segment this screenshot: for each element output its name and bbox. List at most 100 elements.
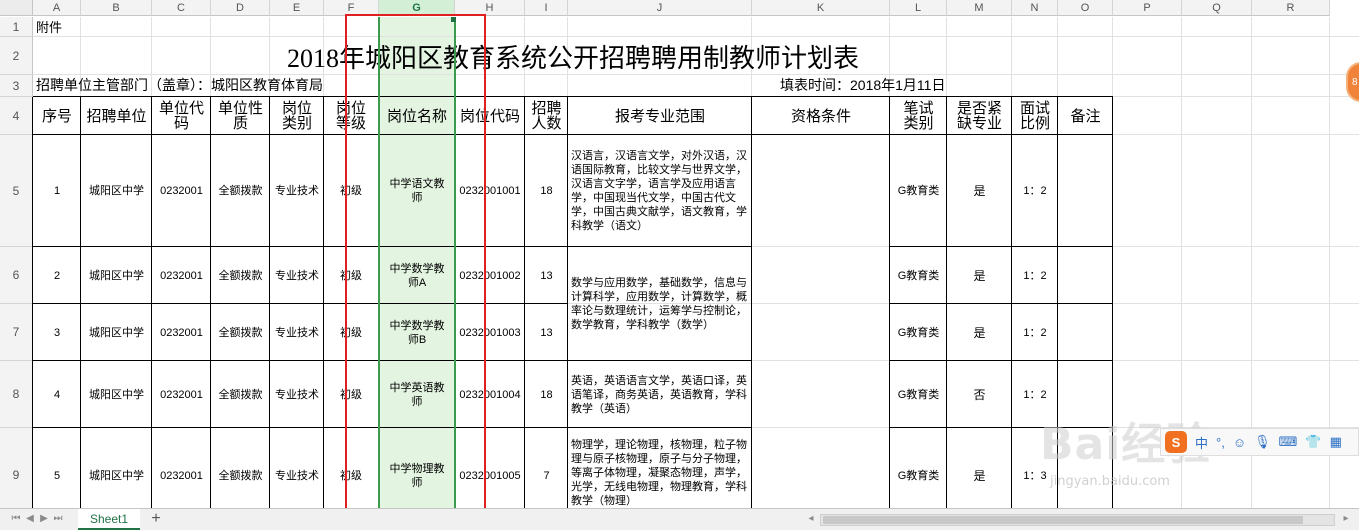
cell-exam-type[interactable]: G教育类: [890, 428, 947, 508]
horizontal-scrollbar[interactable]: [820, 514, 1335, 526]
column-header-q[interactable]: Q: [1182, 0, 1252, 16]
cell-exam-type[interactable]: G教育类: [890, 361, 947, 428]
cell-urgent[interactable]: 是: [947, 247, 1012, 304]
cell-unit[interactable]: 城阳区中学: [81, 247, 152, 304]
column-header-n[interactable]: N: [1012, 0, 1058, 16]
cell-interview-ratio[interactable]: 1：2: [1012, 304, 1058, 361]
cell-remark[interactable]: [1058, 304, 1113, 361]
column-header-d[interactable]: D: [211, 0, 270, 16]
ime-toolbar[interactable]: S 中 °, ☺ 🎙 ⌨ 👕 ▦: [1160, 428, 1359, 456]
scroll-right-icon[interactable]: ▸: [1340, 513, 1352, 524]
column-header-l[interactable]: L: [890, 0, 947, 16]
ime-logo-icon[interactable]: S: [1165, 431, 1187, 453]
header-major-range[interactable]: 报考专业范围: [568, 97, 752, 135]
column-header-m[interactable]: M: [947, 0, 1012, 16]
header-seq[interactable]: 序号: [33, 97, 81, 135]
cell-seq[interactable]: 1: [33, 135, 81, 247]
header-unit-nature[interactable]: 单位性质: [211, 97, 270, 135]
tab-sheet1[interactable]: Sheet1: [78, 509, 140, 530]
cell-post-type[interactable]: 专业技术: [270, 304, 324, 361]
scroll-left-icon[interactable]: ◂: [805, 513, 817, 524]
cell-seq[interactable]: 2: [33, 247, 81, 304]
cell-unit-nature[interactable]: 全额拨款: [211, 428, 270, 508]
cell-remark[interactable]: [1058, 361, 1113, 428]
row-header-5[interactable]: 5: [0, 135, 33, 247]
first-sheet-icon[interactable]: ⏮: [10, 513, 22, 524]
header-post-type[interactable]: 岗位类别: [270, 97, 324, 135]
cell-remark[interactable]: [1058, 135, 1113, 247]
sheet-title[interactable]: 2018年城阳区教育系统公开招聘聘用制教师计划表: [33, 37, 1113, 75]
fill-time-label[interactable]: 填表时间：2018年1月11日: [777, 75, 1037, 96]
cell-remark[interactable]: [1058, 428, 1113, 508]
cell-exam-type[interactable]: G教育类: [890, 135, 947, 247]
cell-unit-nature[interactable]: 全额拨款: [211, 135, 270, 247]
prev-sheet-icon[interactable]: ◀: [24, 513, 36, 524]
header-remark[interactable]: 备注: [1058, 97, 1113, 135]
cell-unit-nature[interactable]: 全额拨款: [211, 361, 270, 428]
cell-seq[interactable]: 3: [33, 304, 81, 361]
cell-exam-type[interactable]: G教育类: [890, 247, 947, 304]
add-sheet-button[interactable]: +: [148, 510, 164, 528]
cell-urgent[interactable]: 否: [947, 361, 1012, 428]
punctuation-icon[interactable]: °,: [1216, 435, 1225, 450]
cell-unit[interactable]: 城阳区中学: [81, 361, 152, 428]
header-unit[interactable]: 招聘单位: [81, 97, 152, 135]
cell-hire-count[interactable]: 7: [525, 428, 568, 508]
cell-a1[interactable]: 附件: [33, 17, 93, 37]
cell-post-type[interactable]: 专业技术: [270, 247, 324, 304]
row-header-9[interactable]: 9: [0, 428, 33, 508]
row-header-4[interactable]: 4: [0, 97, 33, 135]
last-sheet-icon[interactable]: ⏭: [52, 513, 64, 524]
cell-unit-code[interactable]: 0232001: [152, 247, 211, 304]
header-hire-count[interactable]: 招聘人数: [525, 97, 568, 135]
column-header-b[interactable]: B: [81, 0, 152, 16]
row-header-1[interactable]: 1: [0, 17, 33, 37]
cell-unit[interactable]: 城阳区中学: [81, 135, 152, 247]
horizontal-scroll-thumb[interactable]: [823, 516, 1303, 524]
cell-interview-ratio[interactable]: 1：2: [1012, 135, 1058, 247]
cell-unit-code[interactable]: 0232001: [152, 304, 211, 361]
cell-hire-count[interactable]: 18: [525, 135, 568, 247]
microphone-icon[interactable]: 🎙: [1254, 434, 1271, 450]
cell-major-range[interactable]: 汉语言，汉语言文学，对外汉语，汉语国际教育，比较文学与世界文学，汉语言文字学，语…: [568, 135, 752, 247]
keyboard-icon[interactable]: ⌨: [1279, 434, 1298, 450]
select-all-corner[interactable]: [0, 0, 33, 16]
cell-unit-nature[interactable]: 全额拨款: [211, 247, 270, 304]
cell-post-type[interactable]: 专业技术: [270, 135, 324, 247]
cell-unit-code[interactable]: 0232001: [152, 361, 211, 428]
header-unit-code[interactable]: 单位代码: [152, 97, 211, 135]
column-header-r[interactable]: R: [1252, 0, 1330, 16]
spreadsheet-grid[interactable]: ABCDEFGHIJKLMNOPQR 123456789 附件 2018年城阳区…: [0, 0, 1359, 508]
column-header-i[interactable]: I: [525, 0, 568, 16]
skin-icon[interactable]: 👕: [1305, 434, 1321, 450]
header-qualification[interactable]: 资格条件: [752, 97, 890, 135]
ime-language-label[interactable]: 中: [1195, 433, 1208, 452]
row-header-7[interactable]: 7: [0, 304, 33, 361]
cell-post-type[interactable]: 专业技术: [270, 361, 324, 428]
cell-major-range-merged[interactable]: 数学与应用数学，基础数学，信息与计算科学，应用数学，计算数学，概率论与数理统计，…: [568, 247, 752, 361]
column-header-e[interactable]: E: [270, 0, 324, 16]
cell-hire-count[interactable]: 13: [525, 247, 568, 304]
header-urgent[interactable]: 是否紧缺专业: [947, 97, 1012, 135]
row-header-3[interactable]: 3: [0, 75, 33, 97]
toolbox-icon[interactable]: ▦: [1330, 434, 1342, 450]
cell-interview-ratio[interactable]: 1：2: [1012, 247, 1058, 304]
cell-major-range[interactable]: 物理学，理论物理，核物理，粒子物理与原子核物理，原子与分子物理，等离子体物理，凝…: [568, 428, 752, 508]
row-header-6[interactable]: 6: [0, 247, 33, 304]
column-header-a[interactable]: A: [33, 0, 81, 16]
column-header-o[interactable]: O: [1058, 0, 1113, 16]
cell-urgent[interactable]: 是: [947, 428, 1012, 508]
cell-unit-nature[interactable]: 全额拨款: [211, 304, 270, 361]
column-header-c[interactable]: C: [152, 0, 211, 16]
cell-hire-count[interactable]: 18: [525, 361, 568, 428]
cell-seq[interactable]: 4: [33, 361, 81, 428]
cell-urgent[interactable]: 是: [947, 304, 1012, 361]
column-header-p[interactable]: P: [1113, 0, 1182, 16]
emoji-icon[interactable]: ☺: [1233, 435, 1246, 450]
row-header-8[interactable]: 8: [0, 361, 33, 428]
cell-exam-type[interactable]: G教育类: [890, 304, 947, 361]
cell-unit-code[interactable]: 0232001: [152, 135, 211, 247]
column-header-k[interactable]: K: [752, 0, 890, 16]
next-sheet-icon[interactable]: ▶: [38, 513, 50, 524]
header-exam-type[interactable]: 笔试类别: [890, 97, 947, 135]
